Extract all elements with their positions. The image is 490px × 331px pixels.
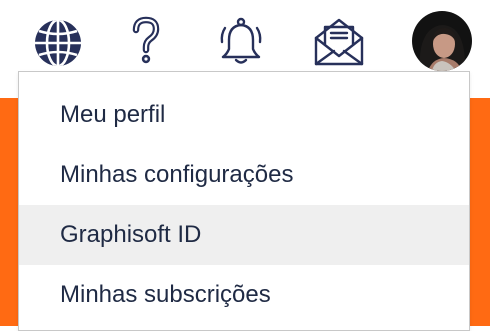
mail-icon[interactable] bbox=[312, 16, 366, 66]
menu-item-my-profile[interactable]: Meu perfil bbox=[19, 85, 469, 145]
menu-item-my-settings[interactable]: Minhas configurações bbox=[19, 145, 469, 205]
globe-icon[interactable] bbox=[33, 18, 83, 68]
background-accent-right bbox=[470, 98, 490, 326]
bell-icon[interactable] bbox=[218, 16, 264, 66]
user-dropdown-menu: Meu perfil Minhas configurações Graphiso… bbox=[18, 71, 470, 331]
top-navigation-bar bbox=[0, 0, 490, 72]
user-avatar[interactable] bbox=[412, 11, 472, 71]
background-accent-left bbox=[0, 98, 18, 326]
help-icon[interactable] bbox=[130, 16, 162, 66]
menu-item-graphisoft-id[interactable]: Graphisoft ID bbox=[19, 205, 469, 265]
avatar-image bbox=[412, 11, 472, 71]
menu-item-my-subscriptions[interactable]: Minhas subscrições bbox=[19, 265, 469, 325]
